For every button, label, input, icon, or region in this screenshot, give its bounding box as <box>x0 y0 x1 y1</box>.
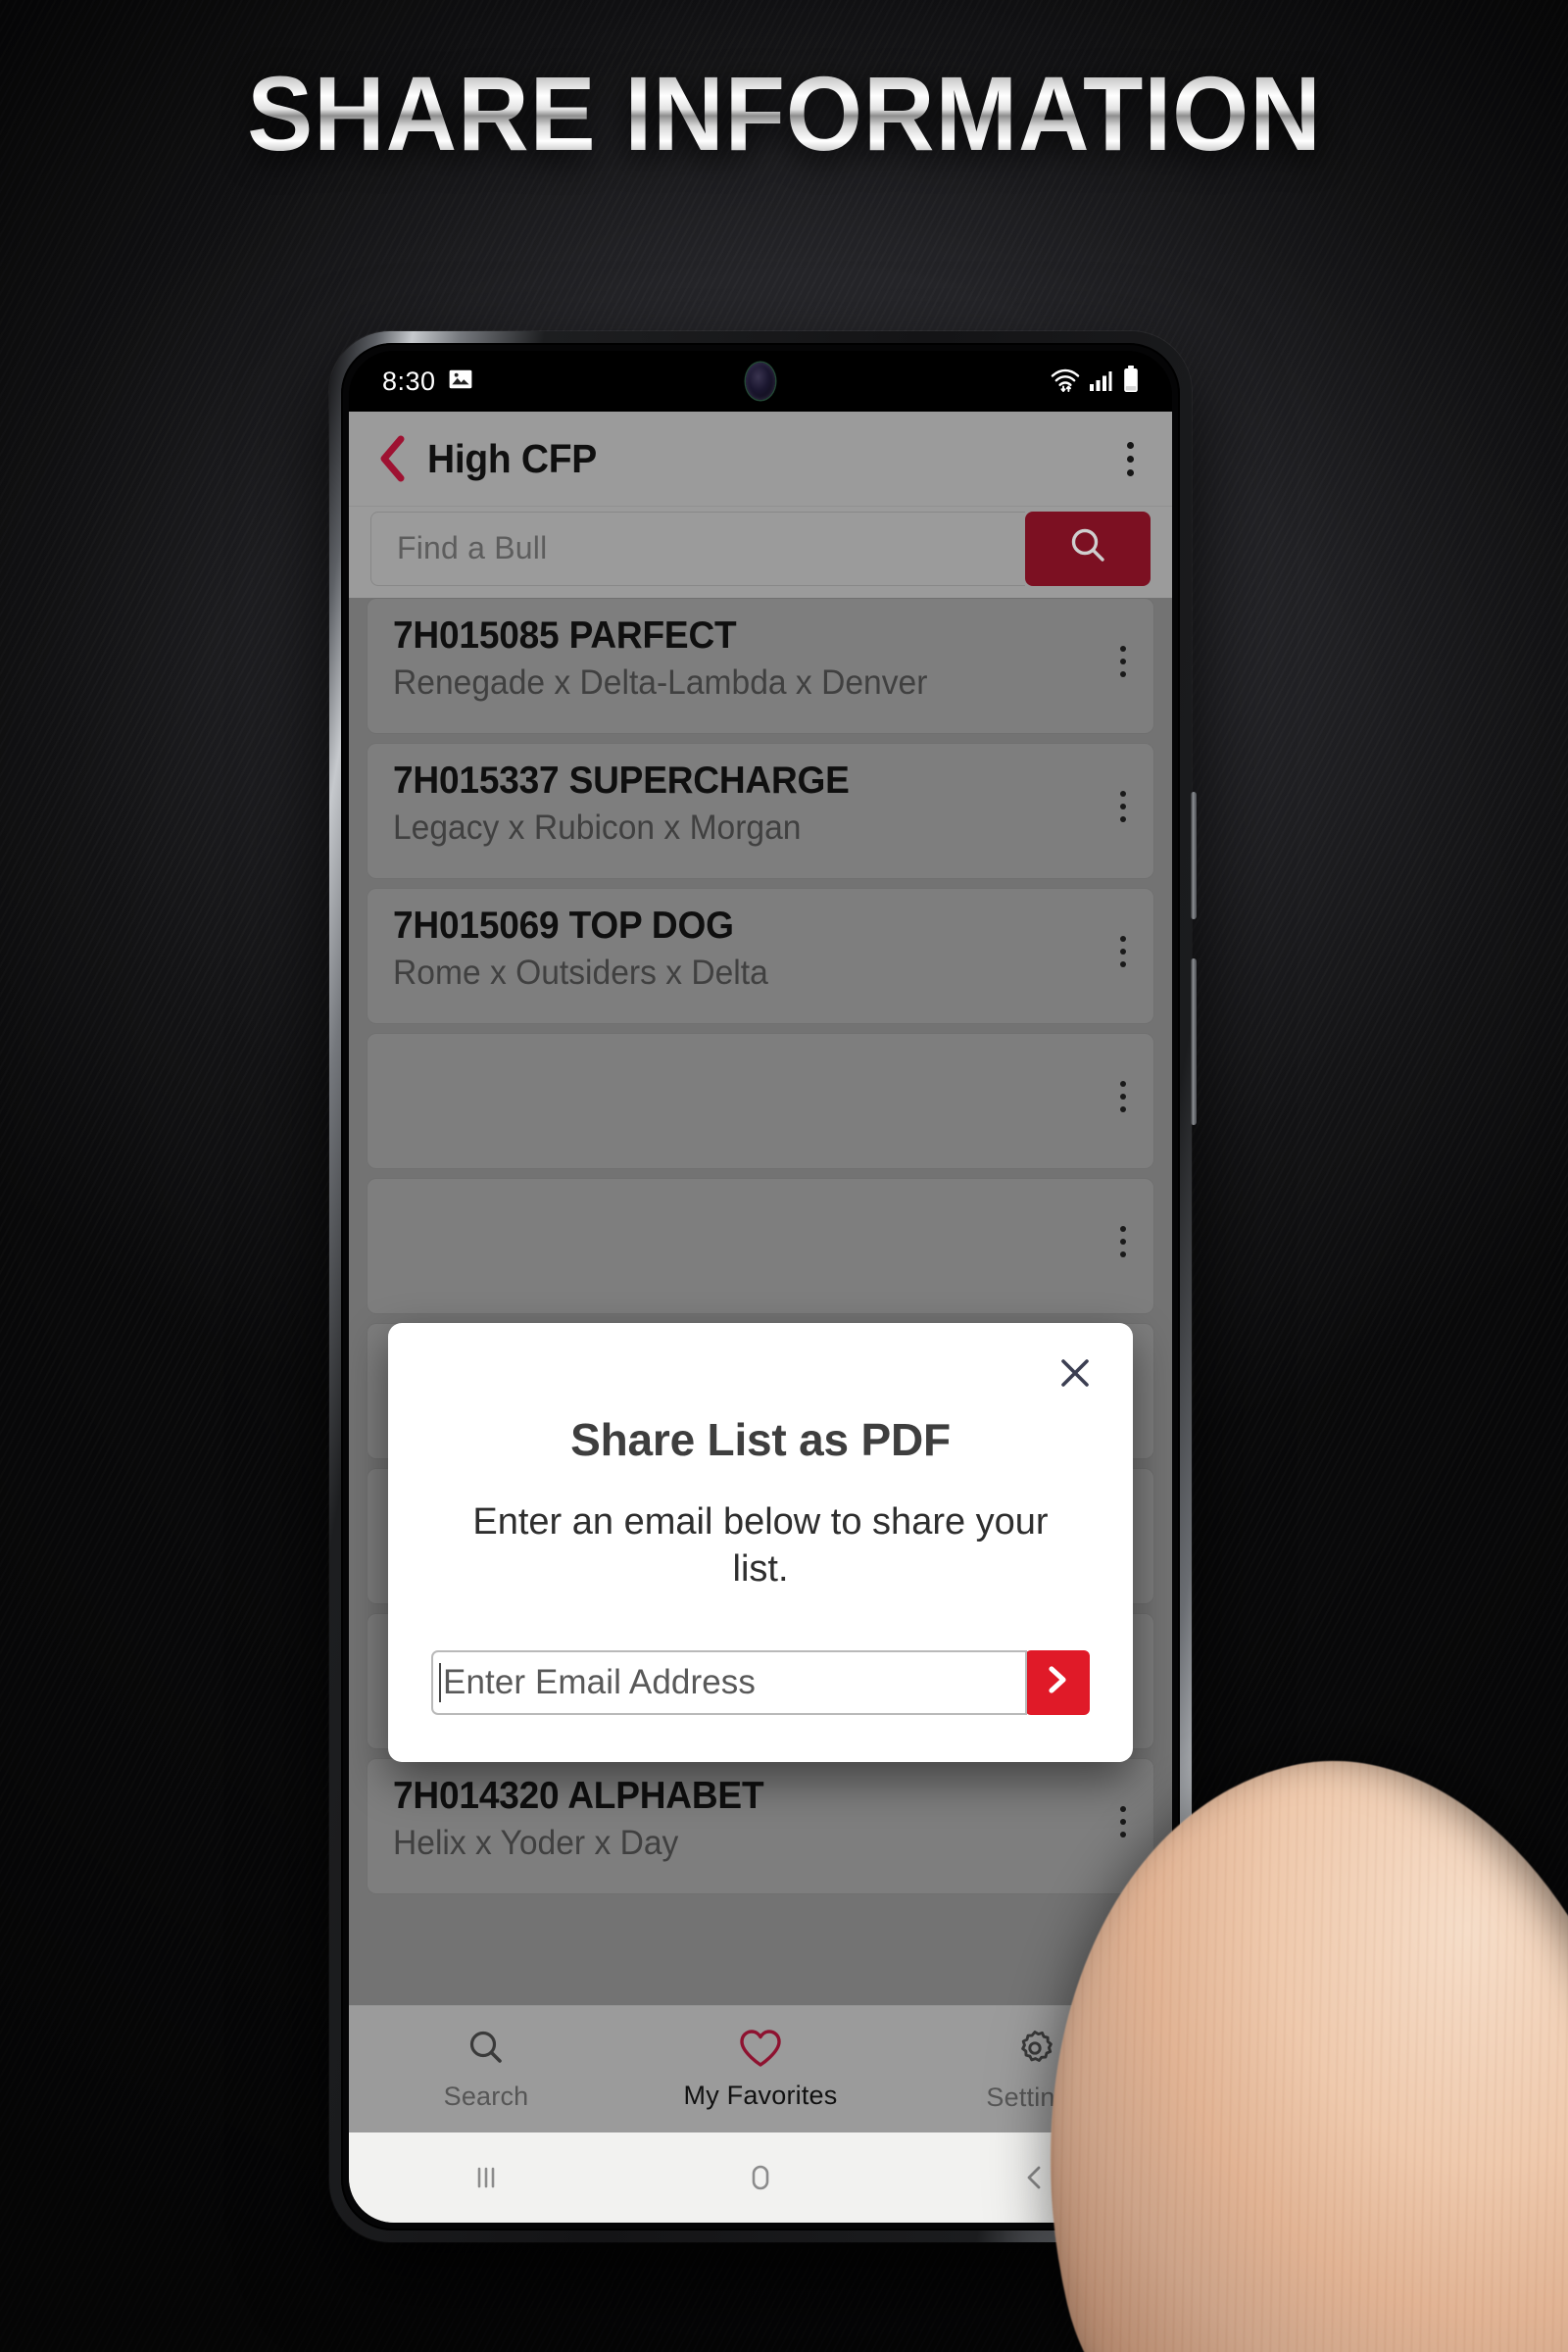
poster-headline: SHARE INFORMATION <box>0 61 1568 167</box>
bottom-navigation: Search My Favorites Settings <box>349 2005 1172 2132</box>
phone-bezel: 8:30 High CFP Find a Bull 7H015085 PARFE… <box>341 343 1180 2230</box>
status-bar-left: 8:30 <box>382 367 473 397</box>
back-chevron-icon[interactable] <box>376 434 410 483</box>
phone-power-button <box>1191 958 1197 1125</box>
send-email-button[interactable] <box>1025 1649 1090 1715</box>
app-bar: High CFP <box>349 412 1172 507</box>
email-field[interactable]: Enter Email Address <box>431 1649 1027 1715</box>
poster-stage: SHARE INFORMATION 8:30 High CFP Find a B… <box>0 0 1568 2352</box>
wifi-icon <box>1051 368 1080 398</box>
status-bar: 8:30 <box>349 351 1172 412</box>
status-bar-clock: 8:30 <box>382 366 436 396</box>
search-icon <box>1066 524 1109 572</box>
status-bar-right <box>1051 365 1139 398</box>
nav-item-search[interactable]: Search <box>349 2027 623 2112</box>
app-container: High CFP Find a Bull 7H015085 PARFECT Re… <box>349 412 1172 2223</box>
heart-icon <box>738 2028 783 2074</box>
email-field-placeholder: Enter Email Address <box>443 1662 756 1701</box>
recents-icon[interactable] <box>427 2146 545 2209</box>
search-button[interactable] <box>1025 511 1151 586</box>
send-chevron-icon <box>1043 1663 1072 1701</box>
search-icon <box>465 2027 508 2075</box>
nav-item-search-label: Search <box>443 2082 529 2111</box>
dialog-body-text: Enter an email below to share your list. <box>472 1501 1049 1590</box>
bull-list[interactable]: 7H015085 PARFECT Renegade x Delta-Lambda… <box>349 598 1172 2005</box>
gear-icon <box>1012 2026 1057 2076</box>
phone-volume-button <box>1191 792 1197 919</box>
share-list-dialog: Share List as PDF Enter an email below t… <box>388 1323 1133 1762</box>
nav-item-my-favorites-label: My Favorites <box>683 2081 838 2110</box>
text-caret <box>439 1662 441 1702</box>
overflow-menu-icon[interactable] <box>1121 436 1139 482</box>
email-input-row: Enter Email Address <box>431 1649 1090 1715</box>
phone-screen: 8:30 High CFP Find a Bull 7H015085 PARFE… <box>349 351 1172 2223</box>
android-navigation-bar <box>349 2132 1172 2223</box>
cellular-signal-icon <box>1089 368 1114 398</box>
search-input[interactable]: Find a Bull <box>370 511 1025 586</box>
battery-icon <box>1123 365 1139 398</box>
dialog-title: Share List as PDF <box>570 1414 951 1465</box>
front-camera-punchhole <box>746 363 775 400</box>
phone-device: 8:30 High CFP Find a Bull 7H015085 PARFE… <box>329 331 1197 2242</box>
search-bar: Find a Bull <box>349 507 1172 598</box>
search-input-placeholder: Find a Bull <box>397 530 548 565</box>
modal-scrim[interactable] <box>349 598 1172 2005</box>
poster-headline-text: SHARE INFORMATION <box>246 54 1322 172</box>
image-icon <box>448 367 473 397</box>
page-title: High CFP <box>427 435 597 481</box>
close-icon[interactable] <box>1051 1348 1100 1397</box>
home-icon[interactable] <box>702 2146 819 2209</box>
nav-item-my-favorites[interactable]: My Favorites <box>623 2028 898 2111</box>
